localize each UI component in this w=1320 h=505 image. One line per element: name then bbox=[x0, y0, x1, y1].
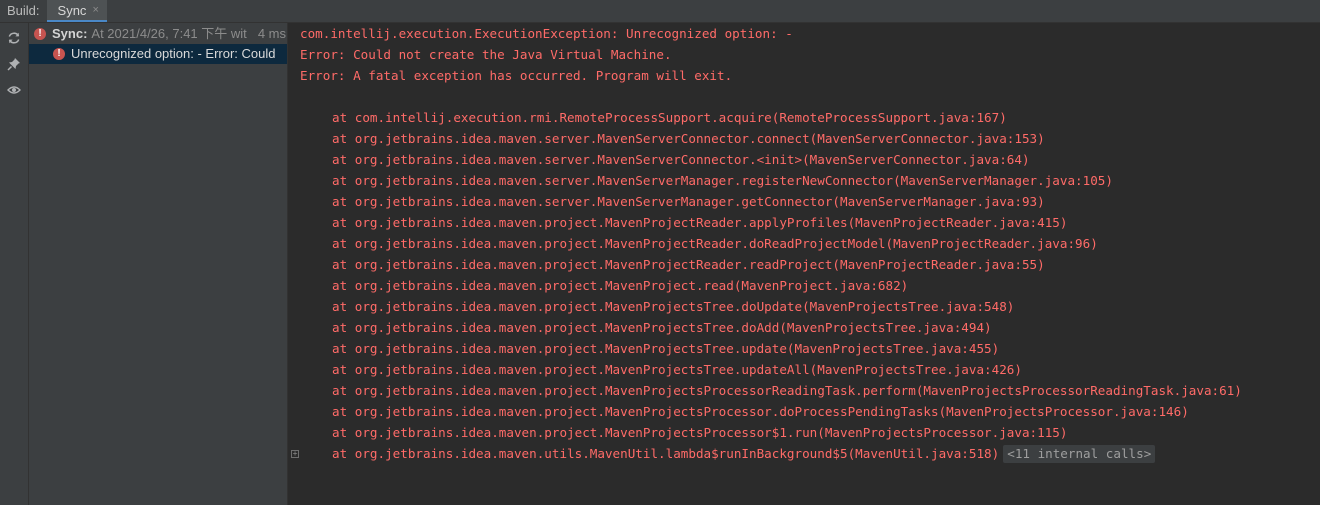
stack-trace-line[interactable]: at org.jetbrains.idea.maven.project.Mave… bbox=[332, 401, 1189, 422]
build-tree: ! Sync: At 2021/4/26, 7:41 下午 wit 4 ms !… bbox=[29, 23, 287, 505]
stack-trace-line[interactable]: at org.jetbrains.idea.maven.server.Maven… bbox=[332, 191, 1045, 212]
tab-sync-label: Sync bbox=[57, 2, 87, 18]
stack-trace-line[interactable]: at org.jetbrains.idea.maven.project.Mave… bbox=[332, 317, 992, 338]
stack-trace-text: at org.jetbrains.idea.maven.project.Mave… bbox=[332, 278, 909, 293]
build-label: Build: bbox=[7, 3, 40, 18]
stack-trace-line[interactable]: at org.jetbrains.idea.maven.project.Mave… bbox=[332, 233, 1098, 254]
eye-icon[interactable] bbox=[6, 82, 22, 98]
stack-trace-line[interactable]: at com.intellij.execution.rmi.RemoteProc… bbox=[332, 107, 1007, 128]
error-icon: ! bbox=[53, 48, 65, 60]
stack-trace-text: at org.jetbrains.idea.maven.project.Mave… bbox=[332, 341, 1000, 356]
stack-trace-text: at org.jetbrains.idea.maven.project.Mave… bbox=[332, 362, 1022, 377]
stack-trace-line[interactable]: at org.jetbrains.idea.maven.utils.MavenU… bbox=[332, 443, 1156, 464]
tab-sync[interactable]: Sync × bbox=[46, 0, 107, 22]
stack-trace-line[interactable]: at org.jetbrains.idea.maven.project.Mave… bbox=[332, 254, 1045, 275]
stack-trace-line[interactable]: at org.jetbrains.idea.maven.server.Maven… bbox=[332, 170, 1113, 191]
internal-calls-fold[interactable]: <11 internal calls> bbox=[1003, 445, 1156, 463]
stack-trace-text: at org.jetbrains.idea.maven.project.Mave… bbox=[332, 383, 1242, 398]
build-toolbar bbox=[0, 23, 29, 505]
sync-title: Sync: bbox=[52, 26, 88, 41]
build-tab-bar: Build: Sync × bbox=[0, 0, 1320, 23]
stack-trace-line[interactable]: at org.jetbrains.idea.maven.project.Mave… bbox=[332, 212, 1067, 233]
stack-trace-text: at org.jetbrains.idea.maven.project.Mave… bbox=[332, 299, 1015, 314]
stack-trace-text: at com.intellij.execution.rmi.RemoteProc… bbox=[332, 110, 1007, 125]
sync-duration: 4 ms bbox=[255, 24, 286, 44]
pin-icon[interactable] bbox=[6, 56, 22, 72]
expand-fold-icon[interactable]: + bbox=[291, 450, 299, 458]
stack-trace-line[interactable]: at org.jetbrains.idea.maven.project.Mave… bbox=[332, 275, 908, 296]
error-icon: ! bbox=[34, 28, 46, 40]
stack-trace-text: at org.jetbrains.idea.maven.project.Mave… bbox=[332, 236, 1098, 251]
build-tool-window: Build: Sync × ! Sync: At 2021/4/26, 7:41… bbox=[0, 0, 1320, 505]
refresh-icon[interactable] bbox=[6, 30, 22, 46]
stack-trace-text: at org.jetbrains.idea.maven.server.Maven… bbox=[332, 131, 1045, 146]
close-icon[interactable]: × bbox=[92, 4, 98, 16]
stack-trace-text: at org.jetbrains.idea.maven.server.Maven… bbox=[332, 173, 1113, 188]
stack-trace-text: at org.jetbrains.idea.maven.server.Maven… bbox=[332, 152, 1030, 167]
tree-root-sync[interactable]: ! Sync: At 2021/4/26, 7:41 下午 wit 4 ms bbox=[29, 24, 287, 44]
sync-timestamp: At 2021/4/26, 7:41 下午 wit bbox=[91, 26, 247, 41]
stack-trace-line[interactable]: at org.jetbrains.idea.maven.server.Maven… bbox=[332, 128, 1045, 149]
stack-trace-line[interactable]: at org.jetbrains.idea.maven.project.Mave… bbox=[332, 296, 1014, 317]
console-output[interactable]: com.intellij.execution.ExecutionExceptio… bbox=[288, 23, 1320, 505]
stack-trace-text: at org.jetbrains.idea.maven.project.Mave… bbox=[332, 425, 1068, 440]
stack-trace-text: at org.jetbrains.idea.maven.project.Mave… bbox=[332, 257, 1045, 272]
console-error-line: com.intellij.execution.ExecutionExceptio… bbox=[300, 26, 793, 41]
tree-item-error[interactable]: ! Unrecognized option: - Error: Could bbox=[29, 44, 287, 64]
stack-trace-line[interactable]: at org.jetbrains.idea.maven.project.Mave… bbox=[332, 338, 999, 359]
error-item-label: Unrecognized option: - Error: Could bbox=[71, 46, 276, 61]
stack-trace-text: at org.jetbrains.idea.maven.server.Maven… bbox=[332, 194, 1045, 209]
console-error-line: Error: Could not create the Java Virtual… bbox=[300, 47, 672, 62]
stack-trace-line[interactable]: at org.jetbrains.idea.maven.project.Mave… bbox=[332, 359, 1022, 380]
stack-trace-line[interactable]: at org.jetbrains.idea.maven.server.Maven… bbox=[332, 149, 1030, 170]
console-error-line: Error: A fatal exception has occurred. P… bbox=[300, 68, 733, 83]
stack-trace-text: at org.jetbrains.idea.maven.project.Mave… bbox=[332, 215, 1068, 230]
stack-trace-text: at org.jetbrains.idea.maven.project.Mave… bbox=[332, 404, 1189, 419]
stack-trace-text: at org.jetbrains.idea.maven.project.Mave… bbox=[332, 320, 992, 335]
stack-trace-line[interactable]: at org.jetbrains.idea.maven.project.Mave… bbox=[332, 422, 1067, 443]
stack-trace-text: at org.jetbrains.idea.maven.utils.MavenU… bbox=[332, 446, 1000, 461]
stack-trace-line[interactable]: at org.jetbrains.idea.maven.project.Mave… bbox=[332, 380, 1242, 401]
